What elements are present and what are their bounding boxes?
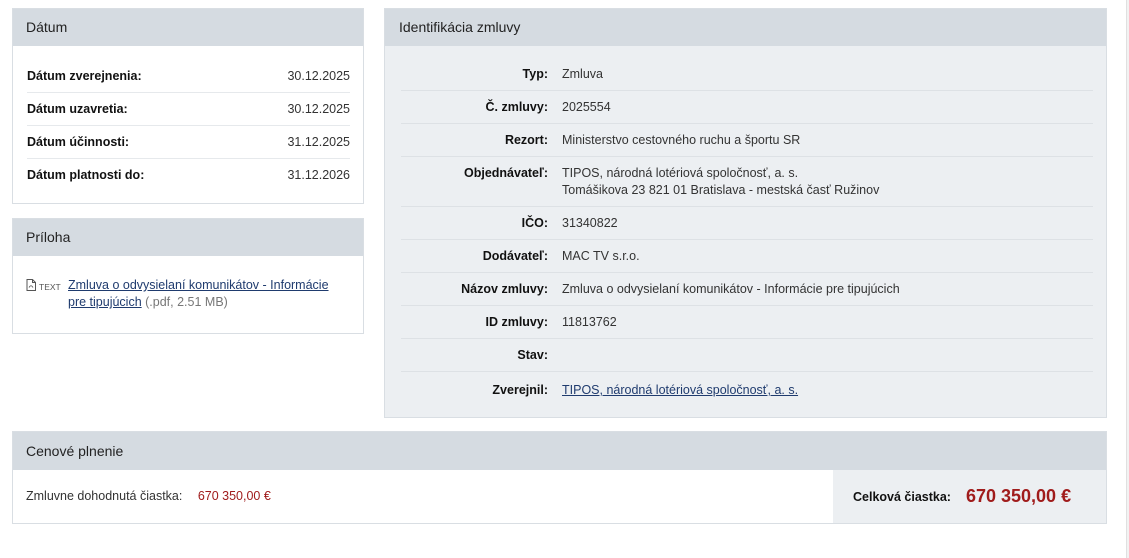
- date-label: Dátum platnosti do:: [27, 168, 145, 182]
- date-label: Dátum zverejnenia:: [27, 69, 142, 83]
- detail-row-ico: IČO: 31340822: [401, 207, 1093, 240]
- detail-label: IČO:: [521, 216, 548, 230]
- detail-row-cislo: Č. zmluvy: 2025554: [401, 91, 1093, 124]
- zverejnil-link[interactable]: TIPOS, národná lotériová spoločnosť, a. …: [562, 383, 798, 397]
- objednavatel-address: Tomášikova 23 821 01 Bratislava - mestsk…: [562, 183, 880, 197]
- contract-details: Typ: Zmluva Č. zmluvy: 2025554 Rezort: M…: [385, 46, 1106, 406]
- detail-label: Stav:: [517, 348, 548, 362]
- detail-row-typ: Typ: Zmluva: [401, 58, 1093, 91]
- date-row-ucinnost: Dátum účinnosti: 31.12.2025: [27, 126, 350, 159]
- detail-label: Objednávateľ:: [463, 166, 548, 180]
- date-row-platnost: Dátum platnosti do: 31.12.2026: [27, 159, 350, 192]
- detail-row-stav: Stav:: [401, 339, 1093, 372]
- cenove-plnenie-panel: Cenové plnenie Zmluvne dohodnutá čiastka…: [12, 431, 1107, 524]
- detail-label: Rezort:: [504, 133, 548, 147]
- date-label: Dátum uzavretia:: [27, 102, 128, 116]
- detail-label: Č. zmluvy:: [485, 100, 548, 114]
- priloha-panel-title: Príloha: [13, 219, 363, 256]
- detail-value: Zmluva: [562, 67, 603, 81]
- agreed-amount-label: Zmluvne dohodnutá čiastka:: [26, 489, 183, 503]
- date-value: 30.12.2025: [287, 69, 350, 83]
- total-amount: Celková čiastka: 670 350,00 €: [833, 470, 1106, 523]
- detail-row-id: ID zmluvy: 11813762: [401, 306, 1093, 339]
- attachment-meta: (.pdf, 2.51 MB): [145, 295, 228, 309]
- priloha-panel: Príloha TEXT Zmluva o odvysielaní komuni…: [12, 218, 364, 334]
- date-list: Dátum zverejnenia: 30.12.2025 Dátum uzav…: [13, 46, 363, 192]
- cenove-plnenie-title: Cenové plnenie: [13, 432, 1106, 470]
- objednavatel-name: TIPOS, národná lotériová spoločnosť, a. …: [562, 166, 799, 180]
- identifikacia-panel-title: Identifikácia zmluvy: [385, 9, 1106, 46]
- detail-value: 31340822: [562, 216, 618, 230]
- detail-label: Zverejnil:: [492, 383, 548, 397]
- detail-row-objednavatel: Objednávateľ: TIPOS, národná lotériová s…: [401, 157, 1093, 207]
- datum-panel: Dátum Dátum zverejnenia: 30.12.2025 Dátu…: [12, 8, 364, 204]
- detail-value: Zmluva o odvysielaní komunikátov - Infor…: [562, 282, 900, 296]
- detail-label: Názov zmluvy:: [461, 282, 548, 296]
- total-amount-value: 670 350,00 €: [965, 486, 1072, 506]
- identifikacia-panel: Identifikácia zmluvy Typ: Zmluva Č. zmlu…: [384, 8, 1107, 418]
- agreed-amount-value: 670 350,00 €: [197, 489, 271, 503]
- detail-row-rezort: Rezort: Ministerstvo cestovného ruchu a …: [401, 124, 1093, 157]
- attachment-item: TEXT Zmluva o odvysielaní komunikátov - …: [13, 256, 363, 311]
- detail-label: Dodávateľ:: [482, 249, 548, 263]
- date-label: Dátum účinnosti:: [27, 135, 130, 149]
- detail-value: 2025554: [562, 100, 611, 114]
- detail-value: 11813762: [562, 315, 617, 329]
- total-amount-label: Celková čiastka:: [853, 489, 951, 504]
- detail-row-dodavatel: Dodávateľ: MAC TV s.r.o.: [401, 240, 1093, 273]
- date-row-uzavretie: Dátum uzavretia: 30.12.2025: [27, 93, 350, 126]
- price-body: Zmluvne dohodnutá čiastka: 670 350,00 € …: [13, 470, 1106, 523]
- detail-label: ID zmluvy:: [485, 315, 548, 329]
- date-value: 31.12.2026: [287, 168, 350, 182]
- detail-value: Ministerstvo cestovného ruchu a športu S…: [562, 133, 801, 147]
- datum-panel-title: Dátum: [13, 9, 363, 46]
- detail-value: MAC TV s.r.o.: [562, 249, 640, 263]
- agreed-amount: Zmluvne dohodnutá čiastka: 670 350,00 €: [13, 470, 833, 523]
- attachment-type-label: TEXT: [39, 282, 61, 292]
- detail-value: TIPOS, národná lotériová spoločnosť, a. …: [562, 165, 879, 199]
- date-value: 30.12.2025: [287, 102, 350, 116]
- detail-label: Typ:: [522, 67, 548, 81]
- date-row-zverejnenie: Dátum zverejnenia: 30.12.2025: [27, 60, 350, 93]
- detail-row-zverejnil: Zverejnil: TIPOS, národná lotériová spol…: [401, 372, 1093, 406]
- detail-row-nazov: Názov zmluvy: Zmluva o odvysielaní komun…: [401, 273, 1093, 306]
- date-value: 31.12.2025: [287, 135, 350, 149]
- pdf-file-icon: TEXT: [26, 277, 68, 311]
